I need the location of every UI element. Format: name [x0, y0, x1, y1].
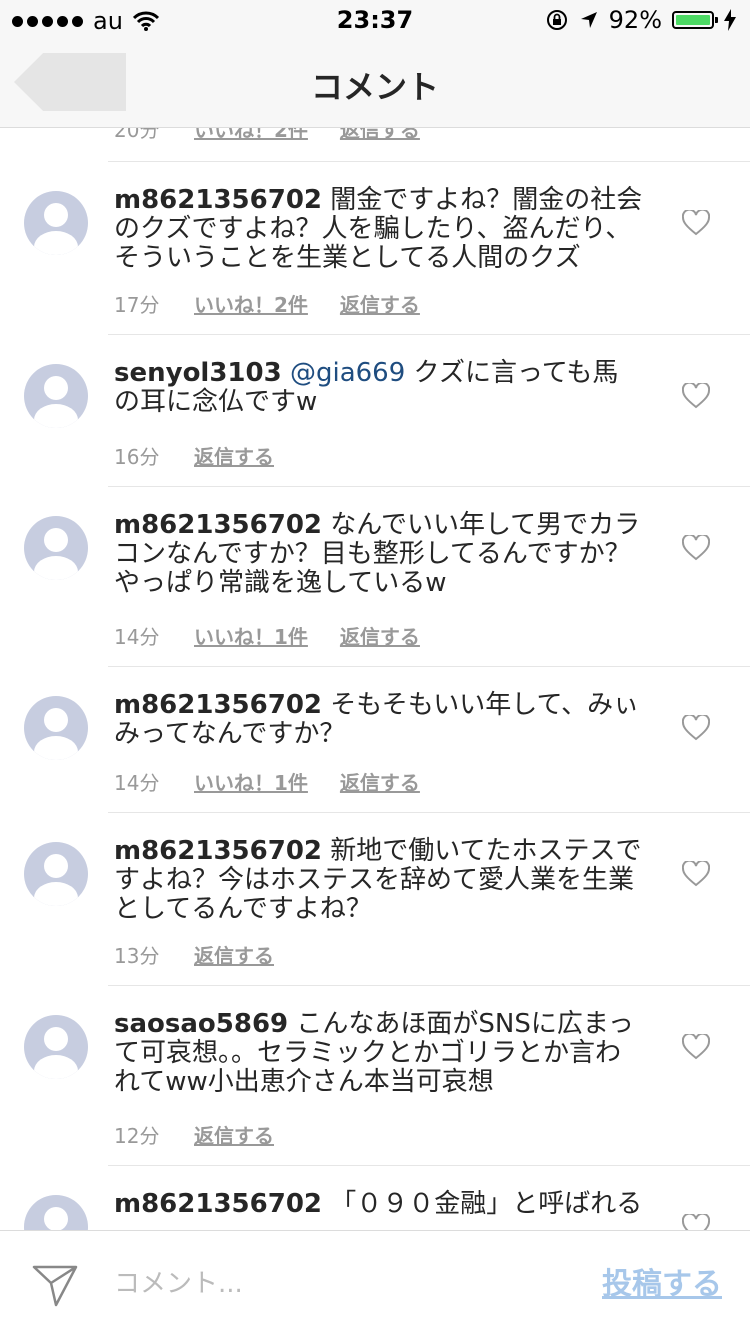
heart-icon[interactable]: [682, 715, 710, 741]
reply-link[interactable]: 返信する: [194, 1120, 274, 1149]
default-avatar-icon: [34, 528, 78, 580]
comment-time: 17分: [114, 293, 160, 317]
charging-bolt-icon: [724, 9, 736, 31]
comment-list[interactable]: 20分 いいね！2件 返信する m8621356702 闇金ですよね？闇金の社会…: [0, 128, 750, 1230]
comment-body: saosao5869 こんなあほ面がSNSに広まって可哀想。。セラミックとかゴリ…: [114, 1010, 644, 1097]
comment-username[interactable]: m8621356702: [114, 185, 322, 215]
likes-link[interactable]: いいね！1件: [194, 621, 308, 650]
comment-body: m8621356702 なんでいい年して男でカラコンなんですか？目も整形してるん…: [114, 511, 644, 598]
likes-link[interactable]: いいね！1件: [194, 767, 308, 796]
comment-input[interactable]: [112, 1261, 576, 1307]
default-avatar-icon: [34, 708, 78, 760]
comment-username[interactable]: m8621356702: [114, 510, 322, 540]
location-arrow-icon: [580, 12, 597, 28]
heart-icon[interactable]: [682, 861, 710, 887]
avatar[interactable]: [24, 191, 88, 255]
comment-body: m8621356702 新地で働いてたホステスですよね？今はホステスを辞めて愛人…: [114, 837, 644, 924]
comment-body: m8621356702 「０９０金融」と呼ばれる: [114, 1190, 644, 1219]
comment-time: 16分: [114, 445, 160, 469]
comment-time: 14分: [114, 771, 160, 795]
comment-item: m8621356702 なんでいい年して男でカラコンなんですか？目も整形してるん…: [0, 487, 750, 667]
reply-link[interactable]: 返信する: [340, 767, 420, 796]
post-button[interactable]: 投稿する: [602, 1259, 722, 1303]
default-avatar-icon: [34, 1027, 78, 1079]
comment-time: 13分: [114, 944, 160, 968]
comment-username[interactable]: m8621356702: [114, 836, 322, 866]
comment-username[interactable]: senyol3103: [114, 358, 282, 388]
comment-username[interactable]: saosao5869: [114, 1009, 288, 1039]
avatar[interactable]: [24, 842, 88, 906]
comment-meta: 16分 返信する: [114, 441, 274, 470]
comment-item: m8621356702 闇金ですよね？闇金の社会のクズですよね？人を騙したり、盗…: [0, 162, 750, 335]
send-direct-icon[interactable]: [30, 1259, 80, 1309]
comment-meta: 20分 いいね！2件 返信する: [114, 128, 420, 143]
comment-item: m8621356702 そもそもいい年して、みぃみってなんですか？ 14分 いい…: [0, 667, 750, 813]
comment-meta: 13分 返信する: [114, 940, 274, 969]
comment-body: m8621356702 闇金ですよね？闇金の社会のクズですよね？人を騙したり、盗…: [114, 186, 644, 273]
heart-icon[interactable]: [682, 1034, 710, 1060]
comment-meta: 17分 いいね！2件 返信する: [114, 289, 420, 318]
partial-comment: 20分 いいね！2件 返信する: [0, 128, 750, 162]
page-title: コメント: [310, 68, 439, 106]
default-avatar-icon: [34, 376, 78, 428]
avatar[interactable]: [24, 1195, 88, 1230]
likes-link[interactable]: いいね！2件: [194, 128, 308, 143]
heart-icon[interactable]: [682, 383, 710, 409]
comment-username[interactable]: m8621356702: [114, 1189, 322, 1219]
battery-percent: 92%: [608, 6, 662, 34]
comment-text: 「０９０金融」と呼ばれる: [330, 1189, 643, 1219]
reply-link[interactable]: 返信する: [340, 128, 420, 143]
heart-icon[interactable]: [682, 1214, 710, 1230]
reply-link[interactable]: 返信する: [340, 289, 420, 318]
default-avatar-icon: [34, 203, 78, 255]
status-bar: au 23:37 92%: [0, 0, 750, 40]
heart-icon[interactable]: [682, 210, 710, 236]
comment-time: 20分: [114, 128, 160, 142]
rotation-lock-icon: [546, 10, 567, 30]
comment-time: 14分: [114, 625, 160, 649]
comment-item: senyol3103 @gia669 クズに言っても馬の耳に念仏ですw 16分 …: [0, 335, 750, 487]
likes-link[interactable]: いいね！2件: [194, 289, 308, 318]
avatar[interactable]: [24, 364, 88, 428]
comment-meta: 14分 いいね！1件 返信する: [114, 767, 420, 796]
navigation-bar: コメント: [0, 40, 750, 128]
avatar[interactable]: [24, 696, 88, 760]
comment-item: saosao5869 こんなあほ面がSNSに広まって可哀想。。セラミックとかゴリ…: [0, 986, 750, 1166]
comment-body: m8621356702 そもそもいい年して、みぃみってなんですか？: [114, 691, 644, 749]
comment-meta: 12分 返信する: [114, 1120, 274, 1149]
battery-icon: [672, 11, 718, 29]
comment-item: m8621356702 「０９０金融」と呼ばれる: [0, 1166, 750, 1230]
comment-body: senyol3103 @gia669 クズに言っても馬の耳に念仏ですw: [114, 359, 644, 417]
comment-item: m8621356702 新地で働いてたホステスですよね？今はホステスを辞めて愛人…: [0, 813, 750, 986]
status-right: 92%: [545, 6, 736, 34]
comment-mention[interactable]: @gia669: [290, 358, 405, 388]
avatar[interactable]: [24, 1015, 88, 1079]
comment-meta: 14分 いいね！1件 返信する: [114, 621, 420, 650]
comment-username[interactable]: m8621356702: [114, 690, 322, 720]
default-avatar-icon: [44, 1207, 68, 1230]
comment-composer: 投稿する: [0, 1230, 750, 1334]
heart-icon[interactable]: [682, 535, 710, 561]
comment-time: 12分: [114, 1124, 160, 1148]
default-avatar-icon: [34, 854, 78, 906]
reply-link[interactable]: 返信する: [194, 441, 274, 470]
reply-link[interactable]: 返信する: [340, 621, 420, 650]
reply-link[interactable]: 返信する: [194, 940, 274, 969]
avatar[interactable]: [24, 516, 88, 580]
